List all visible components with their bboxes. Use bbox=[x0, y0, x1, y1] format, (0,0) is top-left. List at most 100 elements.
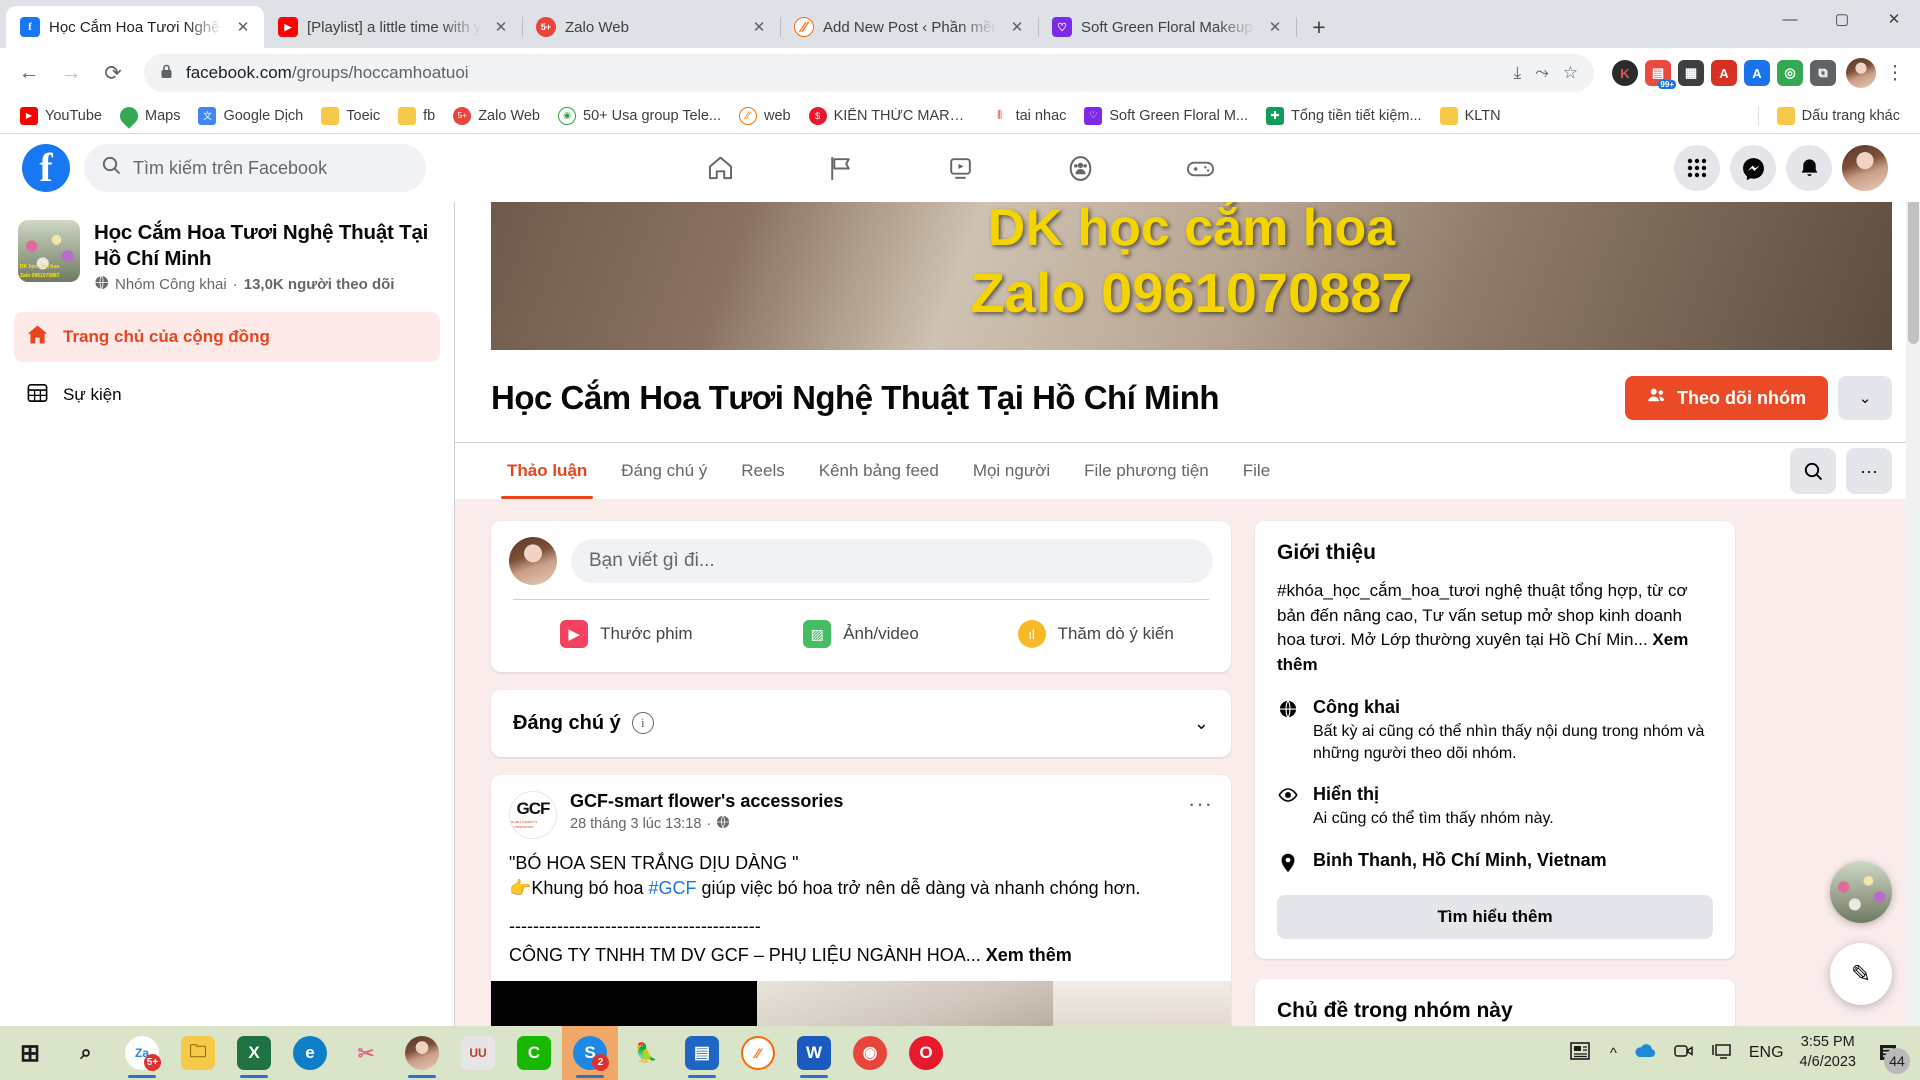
post-media-item[interactable] bbox=[757, 981, 1054, 1026]
close-icon[interactable]: ✕ bbox=[1264, 16, 1286, 38]
star-icon[interactable]: ☆ bbox=[1563, 63, 1578, 83]
close-icon[interactable]: ✕ bbox=[490, 16, 512, 38]
taskbar-excel[interactable]: X bbox=[226, 1026, 282, 1080]
messenger-icon[interactable] bbox=[1730, 145, 1776, 191]
language-indicator[interactable]: ENG bbox=[1749, 1044, 1784, 1062]
close-icon[interactable]: ✕ bbox=[232, 16, 254, 38]
facebook-logo-icon[interactable]: f bbox=[22, 144, 70, 192]
info-icon[interactable]: i bbox=[631, 712, 654, 735]
browser-tab[interactable]: f Học Cắm Hoa Tươi Nghệ Thuật T ✕ bbox=[6, 6, 264, 48]
tab-file-phuong-tien[interactable]: File phương tiện bbox=[1068, 443, 1225, 499]
close-icon[interactable]: ✕ bbox=[1006, 16, 1028, 38]
address-bar[interactable]: facebook.com/groups/hoccamhoatuoi ⤓ ⤳ ☆ bbox=[144, 54, 1594, 92]
pages-icon[interactable] bbox=[784, 140, 896, 196]
post-media-item[interactable] bbox=[491, 981, 758, 1026]
gaming-icon[interactable] bbox=[1144, 140, 1256, 196]
notification-icon[interactable]: 44 bbox=[1872, 1036, 1910, 1074]
bookmark-item[interactable]: ◉ 50+ Usa group Tele... bbox=[550, 103, 729, 129]
forward-button[interactable]: → bbox=[52, 54, 90, 92]
bookmark-item[interactable]: fb bbox=[390, 103, 443, 129]
taskbar-chrome-2[interactable]: ◉ bbox=[842, 1026, 898, 1080]
taskbar-bird-app[interactable]: 🦜 bbox=[618, 1026, 674, 1080]
bookmark-item[interactable]: 文 Google Dịch bbox=[190, 103, 311, 129]
bookmark-item[interactable]: $ KIẾN THỨC MARKE... bbox=[801, 103, 981, 129]
start-button[interactable]: ⊞ bbox=[2, 1026, 58, 1080]
avatar[interactable]: GCF smart flower's accessories bbox=[509, 790, 557, 839]
chat-avatar[interactable] bbox=[1830, 861, 1892, 923]
bookmark-item[interactable]: ♡ Soft Green Floral M... bbox=[1076, 103, 1256, 129]
chevron-up-icon[interactable]: ^ bbox=[1610, 1045, 1617, 1062]
bookmark-item[interactable]: 5+ Zalo Web bbox=[445, 103, 548, 129]
featured-notice-card[interactable]: Đáng chú ý i ⌄ bbox=[491, 690, 1231, 757]
sidebar-item-community-home[interactable]: Trang chủ của cộng đồng bbox=[14, 312, 440, 363]
post-input[interactable]: Bạn viết gì đi... bbox=[571, 539, 1213, 583]
browser-tab[interactable]: ⁄⁄ Add New Post ‹ Phần mềm Bán h ✕ bbox=[780, 6, 1039, 48]
taskbar-teamviewer[interactable]: ▤ bbox=[674, 1026, 730, 1080]
composer-poll-button[interactable]: ıl Thăm dò ý kiến bbox=[978, 608, 1213, 660]
browser-tab[interactable]: ♡ Soft Green Floral Makeup Beauty ✕ bbox=[1038, 6, 1297, 48]
avatar[interactable] bbox=[1842, 145, 1888, 191]
reload-button[interactable]: ⟳ bbox=[94, 54, 132, 92]
post-media-item[interactable] bbox=[1053, 981, 1231, 1026]
post-hashtag[interactable]: #GCF bbox=[649, 878, 697, 898]
chrome-menu-icon[interactable]: ⋮ bbox=[1880, 54, 1910, 92]
notifications-icon[interactable] bbox=[1786, 145, 1832, 191]
camera-icon[interactable] bbox=[1673, 1042, 1695, 1065]
tab-file[interactable]: File bbox=[1227, 443, 1286, 499]
tab-dang-chu-y[interactable]: Đáng chú ý bbox=[605, 443, 723, 499]
other-bookmarks-button[interactable]: Dấu trang khác bbox=[1769, 103, 1908, 129]
tab-reels[interactable]: Reels bbox=[725, 443, 800, 499]
bookmark-item[interactable]: KLTN bbox=[1432, 103, 1509, 129]
taskbar-search-button[interactable]: ⌕ bbox=[58, 1026, 114, 1080]
taskbar-line[interactable]: C bbox=[506, 1026, 562, 1080]
grammarly-extension-icon[interactable]: A bbox=[1711, 60, 1737, 86]
new-tab-button[interactable]: + bbox=[1302, 10, 1336, 44]
clock[interactable]: 3:55 PM 4/6/2023 bbox=[1800, 1033, 1856, 1072]
post-timestamp[interactable]: 28 tháng 3 lúc 13:18 bbox=[570, 816, 701, 832]
taskbar-word[interactable]: W bbox=[786, 1026, 842, 1080]
group-cover-photo[interactable]: DK học cắm hoa Zalo 0961070887 bbox=[491, 202, 1892, 350]
taskbar-skype[interactable]: S2 bbox=[562, 1026, 618, 1080]
scrollbar-thumb[interactable] bbox=[1908, 194, 1919, 344]
network-icon[interactable] bbox=[1711, 1042, 1733, 1065]
profile-avatar[interactable] bbox=[1846, 58, 1876, 88]
tab-moi-nguoi[interactable]: Mọi người bbox=[957, 443, 1066, 499]
taskbar-edge[interactable]: e bbox=[282, 1026, 338, 1080]
composer-photo-video-button[interactable]: ▨ Ảnh/video bbox=[744, 608, 979, 660]
search-input[interactable]: Tìm kiếm trên Facebook bbox=[84, 144, 426, 192]
search-button[interactable] bbox=[1790, 448, 1836, 494]
bookmark-item[interactable]: ⦀ tai nhac bbox=[983, 103, 1075, 129]
install-icon[interactable]: ⤓ bbox=[1514, 63, 1522, 83]
back-button[interactable]: ← bbox=[10, 54, 48, 92]
more-options-button[interactable]: ··· bbox=[1846, 448, 1892, 494]
watch-icon[interactable] bbox=[904, 140, 1016, 196]
taskbar-opera[interactable]: O bbox=[898, 1026, 954, 1080]
adobe-extension-icon[interactable]: A bbox=[1744, 60, 1770, 86]
post-menu-icon[interactable]: ··· bbox=[1188, 791, 1213, 814]
home-icon[interactable] bbox=[664, 140, 776, 196]
composer-reels-button[interactable]: ▶ Thước phim bbox=[509, 608, 744, 660]
kami-extension-icon[interactable]: K bbox=[1612, 60, 1638, 86]
taskbar-unikey[interactable]: UU bbox=[450, 1026, 506, 1080]
follow-group-button[interactable]: Theo dõi nhóm bbox=[1625, 376, 1828, 420]
create-post-button[interactable]: ✎ bbox=[1830, 943, 1892, 1005]
maximize-button[interactable]: ▢ bbox=[1816, 0, 1868, 38]
bookmark-item[interactable]: ▶ YouTube bbox=[12, 103, 110, 129]
shopping-extension-icon[interactable]: ▤ 99+ bbox=[1645, 60, 1676, 89]
bookmark-item[interactable]: ✚ Tổng tiền tiết kiệm... bbox=[1258, 103, 1430, 129]
taskbar-snipping-tool[interactable]: ✂ bbox=[338, 1026, 394, 1080]
browser-tab[interactable]: ▶ [Playlist] a little time with yourself… bbox=[264, 6, 523, 48]
minimize-button[interactable]: — bbox=[1764, 0, 1816, 38]
taskbar-zalo[interactable]: Za 5+ bbox=[114, 1026, 170, 1080]
taskbar-wordpress[interactable]: ⁄⁄ bbox=[730, 1026, 786, 1080]
avatar[interactable] bbox=[509, 537, 557, 585]
post-author[interactable]: GCF-smart flower's accessories bbox=[570, 791, 1175, 812]
group-header[interactable]: DK học cắm hoa Zalo 0961070887 Học Cắm H… bbox=[14, 216, 440, 304]
post-media[interactable] bbox=[491, 981, 1231, 1026]
sidebar-item-events[interactable]: Sự kiện bbox=[14, 370, 440, 420]
learn-more-button[interactable]: Tìm hiểu thêm bbox=[1277, 894, 1713, 939]
groups-icon[interactable] bbox=[1024, 140, 1136, 196]
puzzle-extension-icon[interactable]: ⧉ bbox=[1810, 60, 1836, 86]
menu-grid-icon[interactable] bbox=[1674, 145, 1720, 191]
tab-kenh-bang-feed[interactable]: Kênh bảng feed bbox=[803, 443, 955, 499]
